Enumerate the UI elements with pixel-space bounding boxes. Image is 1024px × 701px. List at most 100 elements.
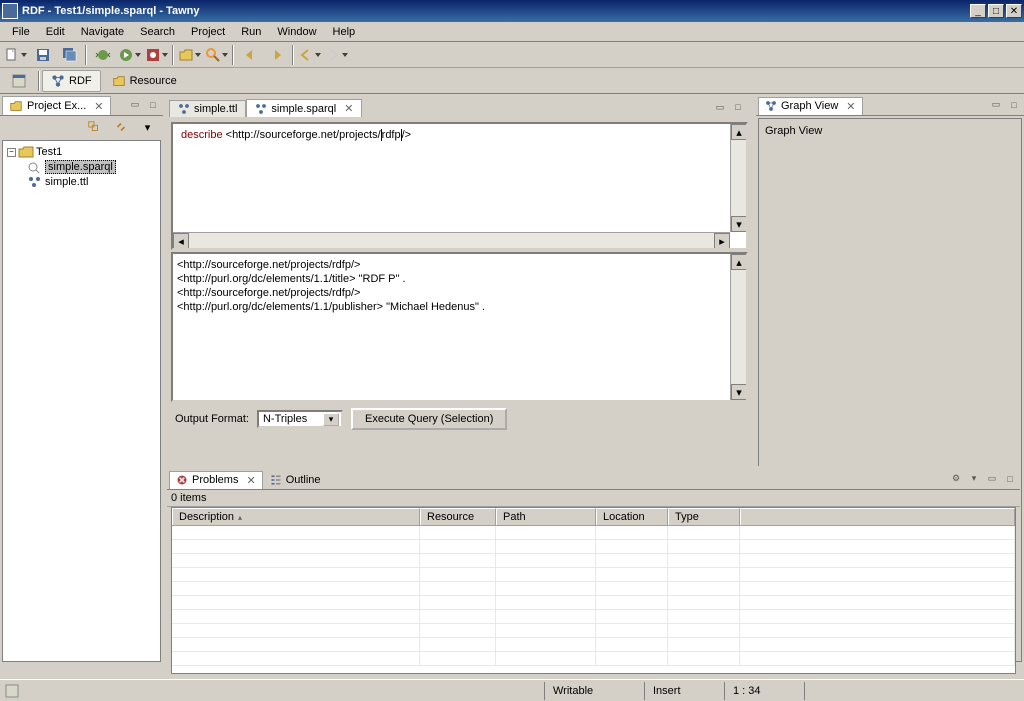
project-explorer-tab[interactable]: Project Ex... ✕ (2, 96, 111, 115)
graph-icon (765, 100, 777, 112)
dropdown-icon[interactable]: ▾ (966, 471, 982, 487)
prev-annotation-button[interactable] (238, 44, 261, 66)
menu-navigate[interactable]: Navigate (73, 24, 132, 40)
minimize-editor-button[interactable]: ▭ (712, 99, 728, 115)
output-format-select[interactable]: N-Triples (257, 410, 343, 428)
perspective-rdf[interactable]: RDF (42, 70, 101, 92)
menu-edit[interactable]: Edit (38, 24, 73, 40)
tree-file-ttl[interactable]: simple.ttl (27, 175, 156, 189)
scroll-down-button[interactable]: ▾ (731, 216, 747, 232)
table-row (172, 526, 1015, 540)
menu-file[interactable]: File (4, 24, 38, 40)
perspective-rdf-label: RDF (69, 75, 92, 87)
back-button[interactable] (298, 44, 321, 66)
execute-query-button[interactable]: Execute Query (Selection) (351, 408, 507, 430)
table-header: Description Resource Path Location Type (172, 508, 1015, 526)
tree-file-sparql[interactable]: simple.sparql (27, 159, 156, 175)
query-controls: Output Format: N-Triples Execute Query (… (171, 404, 748, 434)
maximize-view-button[interactable]: □ (1002, 471, 1018, 487)
outline-tab-label: Outline (286, 474, 321, 486)
table-row (172, 568, 1015, 582)
view-menu-button[interactable]: ⚙ (948, 471, 964, 487)
search-button[interactable] (205, 44, 228, 66)
project-explorer-tabs: Project Ex... ✕ ▭ □ (0, 94, 163, 116)
run-button[interactable] (118, 44, 141, 66)
window-titlebar: RDF - Test1/simple.sparql - Tawny _ □ ✕ (0, 0, 1024, 22)
save-button[interactable] (31, 44, 54, 66)
menu-project[interactable]: Project (183, 24, 233, 40)
forward-button[interactable] (325, 44, 348, 66)
vertical-scrollbar[interactable]: ▴▾ (730, 124, 746, 232)
maximize-button[interactable]: □ (988, 4, 1004, 18)
menu-window[interactable]: Window (269, 24, 324, 40)
minimize-view-button[interactable]: ▭ (988, 97, 1004, 113)
debug-button[interactable] (91, 44, 114, 66)
project-explorer-title: Project Ex... (27, 100, 86, 112)
output-format-label: Output Format: (175, 413, 249, 425)
next-annotation-button[interactable] (265, 44, 288, 66)
close-icon[interactable]: ✕ (94, 100, 103, 113)
maximize-view-button[interactable]: □ (1006, 97, 1022, 113)
graph-view-title: Graph View (781, 100, 838, 112)
save-all-button[interactable] (58, 44, 81, 66)
menu-run[interactable]: Run (233, 24, 269, 40)
open-perspective-button[interactable] (2, 70, 36, 92)
status-writable: Writable (544, 682, 644, 700)
column-location[interactable]: Location (596, 508, 668, 525)
editor-tab-sparql[interactable]: simple.sparql ✕ (246, 99, 362, 117)
open-type-button[interactable] (178, 44, 201, 66)
editor-tab-ttl[interactable]: simple.ttl (169, 100, 246, 117)
link-editor-button[interactable] (109, 116, 132, 138)
column-path[interactable]: Path (496, 508, 596, 525)
column-description[interactable]: Description (172, 508, 420, 525)
query-suffix: /> (402, 129, 411, 141)
scroll-up-button[interactable]: ▴ (731, 254, 747, 270)
project-explorer-tree[interactable]: − Test1 simple.sparql simple.ttl (2, 140, 161, 662)
query-keyword: describe (181, 129, 223, 141)
column-spacer[interactable] (740, 508, 1015, 525)
ttl-file-icon (27, 176, 43, 188)
editor-area: simple.ttl simple.sparql ✕ ▭ □ describe … (165, 94, 754, 464)
collapse-all-button[interactable] (82, 116, 105, 138)
minimize-view-button[interactable]: ▭ (984, 471, 1000, 487)
tree-root-node[interactable]: − Test1 (7, 145, 156, 159)
project-folder-icon (18, 146, 34, 158)
column-resource[interactable]: Resource (420, 508, 496, 525)
maximize-editor-button[interactable]: □ (730, 99, 746, 115)
sparql-file-icon (255, 103, 267, 115)
perspective-bar: RDF Resource (0, 68, 1024, 94)
scroll-up-button[interactable]: ▴ (731, 124, 747, 140)
table-row (172, 652, 1015, 666)
tree-toggle-icon[interactable]: − (7, 148, 16, 157)
external-tools-button[interactable] (145, 44, 168, 66)
minimize-view-button[interactable]: ▭ (127, 97, 143, 113)
results-output[interactable]: <http://sourceforge.net/projects/rdfp/> … (171, 252, 748, 402)
vertical-scrollbar[interactable]: ▴▾ (730, 254, 746, 400)
horizontal-scrollbar[interactable]: ◂▸ (173, 232, 730, 248)
ttl-file-icon (178, 103, 190, 115)
minimize-button[interactable]: _ (970, 4, 986, 18)
scroll-left-button[interactable]: ◂ (173, 233, 189, 249)
outline-tab[interactable]: Outline (263, 471, 328, 488)
close-icon[interactable]: ✕ (344, 102, 353, 115)
menu-bar: File Edit Navigate Search Project Run Wi… (0, 22, 1024, 42)
column-type[interactable]: Type (668, 508, 740, 525)
menu-search[interactable]: Search (132, 24, 183, 40)
graph-view-placeholder: Graph View (765, 125, 822, 137)
perspective-resource[interactable]: Resource (103, 70, 186, 92)
close-icon[interactable]: ✕ (846, 100, 855, 113)
problems-tab[interactable]: Problems ✕ (169, 471, 263, 489)
editor-tab-sparql-label: simple.sparql (271, 103, 336, 115)
close-icon[interactable]: ✕ (246, 474, 255, 487)
perspective-resource-label: Resource (130, 75, 177, 87)
scroll-right-button[interactable]: ▸ (714, 233, 730, 249)
maximize-view-button[interactable]: □ (145, 97, 161, 113)
scroll-down-button[interactable]: ▾ (731, 384, 747, 400)
new-button[interactable] (4, 44, 27, 66)
view-menu-button[interactable]: ▾ (136, 116, 159, 138)
graph-view-tab[interactable]: Graph View ✕ (758, 97, 863, 115)
close-button[interactable]: ✕ (1006, 4, 1022, 18)
rdf-icon (51, 74, 65, 88)
query-editor[interactable]: describe <http://sourceforge.net/project… (171, 122, 748, 250)
menu-help[interactable]: Help (325, 24, 364, 40)
